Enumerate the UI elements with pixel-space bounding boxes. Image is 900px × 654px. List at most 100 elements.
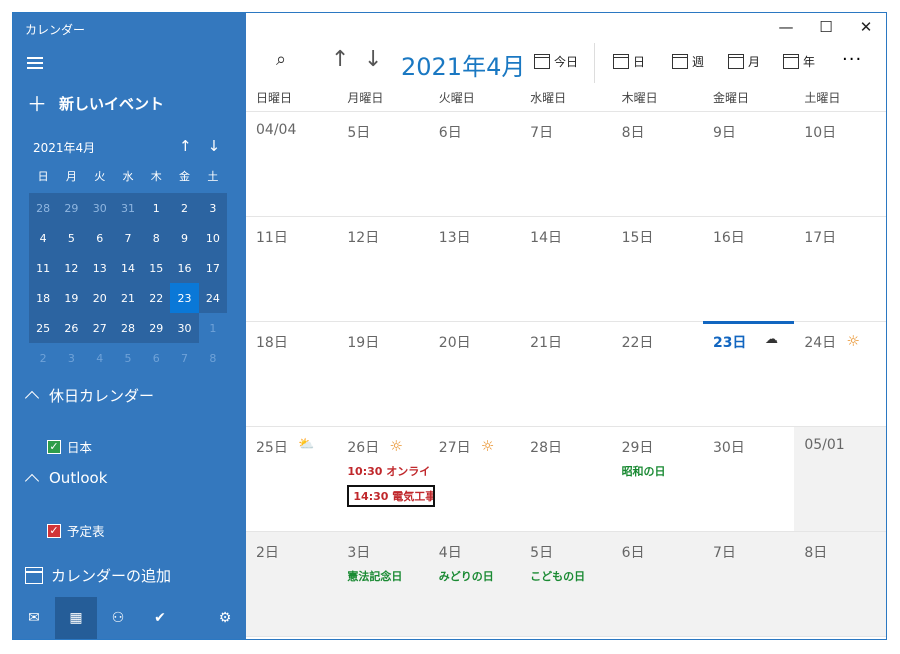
mini-day-cell[interactable]: 17 [198, 253, 227, 283]
day-cell[interactable]: 28日 [520, 427, 611, 531]
calendar-app-icon[interactable]: ▦ [55, 597, 97, 639]
mini-day-cell[interactable]: 2 [170, 193, 199, 223]
day-cell[interactable]: 4日 みどりの日 [428, 532, 521, 636]
calendar-item-japan[interactable]: ✓ 日本 [47, 437, 92, 456]
mini-day-cell[interactable]: 13 [85, 253, 114, 283]
mini-day-cell[interactable]: 8 [199, 343, 227, 373]
day-cell[interactable]: 13日 [429, 217, 520, 321]
mini-day-cell[interactable]: 5 [57, 223, 86, 253]
mini-day-cell[interactable]: 2 [29, 343, 57, 373]
day-cell[interactable]: 21日 [520, 322, 611, 426]
checkbox-icon[interactable]: ✓ [47, 439, 61, 454]
close-icon[interactable]: ✕ [846, 13, 886, 41]
day-cell[interactable]: 9日 [703, 112, 794, 216]
day-cell[interactable]: 10日 [794, 112, 885, 216]
day-cell[interactable]: 25日 ⛅ [246, 427, 337, 531]
people-icon[interactable]: ⚇ [97, 597, 139, 639]
mini-day-cell[interactable]: 3 [198, 193, 227, 223]
calendar-item-schedule[interactable]: ✓ 予定表 [47, 521, 105, 540]
day-cell[interactable]: 6日 [611, 532, 703, 636]
next-arrow-icon[interactable]: ↓ [364, 47, 382, 72]
holiday-calendar-group[interactable]: 休日カレンダー [24, 385, 154, 406]
mini-day-cell[interactable]: 11 [29, 253, 58, 283]
new-event-button[interactable]: ＋ 新しいイベント [27, 93, 164, 114]
day-cell[interactable]: 8日 [612, 112, 703, 216]
day-cell[interactable]: 8日 [794, 532, 886, 636]
mini-day-cell[interactable]: 24 [198, 283, 227, 313]
settings-gear-icon[interactable]: ⚙ [204, 597, 246, 639]
holiday-event[interactable]: 昭和の日 [622, 463, 703, 479]
day-cell[interactable]: 5日 こどもの日 [520, 532, 612, 636]
mini-day-cell[interactable]: 26 [57, 313, 86, 343]
day-cell[interactable]: 24日 ☼ [794, 322, 885, 426]
day-cell[interactable]: 7日 [520, 112, 611, 216]
mini-day-cell[interactable]: 9 [170, 223, 199, 253]
todo-check-icon[interactable]: ✔ [139, 597, 181, 639]
today-button[interactable]: 今日 [534, 53, 578, 70]
mini-day-cell[interactable]: 30 [85, 193, 114, 223]
day-cell[interactable]: 16日 [703, 217, 794, 321]
day-cell[interactable]: 18日 [246, 322, 337, 426]
mini-day-cell[interactable]: 7 [170, 343, 198, 373]
minimize-icon[interactable]: — [766, 13, 806, 41]
mini-day-cell[interactable]: 29 [57, 193, 86, 223]
hamburger-menu-icon[interactable] [27, 57, 43, 69]
mini-day-cell[interactable]: 6 [142, 343, 170, 373]
mini-day-cell[interactable]: 10 [198, 223, 227, 253]
day-cell[interactable]: 04/04 [246, 112, 337, 216]
day-cell[interactable]: 2日 [246, 532, 338, 636]
search-icon[interactable]: ⌕ [276, 49, 286, 70]
day-cell[interactable]: 15日 [612, 217, 703, 321]
day-cell[interactable]: 22日 [612, 322, 703, 426]
mini-day-cell[interactable]: 30 [170, 313, 199, 343]
outlook-group[interactable]: Outlook [24, 469, 107, 488]
day-cell[interactable]: 5日 [337, 112, 428, 216]
mini-day-cell[interactable]: 25 [29, 313, 58, 343]
day-cell-today[interactable]: 23日 ☁ [702, 321, 795, 426]
holiday-event[interactable]: みどりの日 [439, 568, 520, 584]
mini-day-cell[interactable]: 20 [85, 283, 114, 313]
calendar-event[interactable]: 14:30 電気工事 [347, 485, 436, 507]
holiday-event[interactable]: 憲法記念日 [347, 568, 428, 584]
day-cell[interactable]: 05/01 [794, 427, 886, 531]
calendar-event[interactable]: 10:30 オンライン [347, 463, 428, 479]
mini-day-cell[interactable]: 8 [142, 223, 171, 253]
day-cell[interactable]: 26日 ☼ 10:30 オンライン 14:30 電気工事 [337, 427, 436, 531]
mini-day-cell[interactable]: 18 [29, 283, 58, 313]
day-cell[interactable]: 29日 昭和の日 [612, 427, 703, 531]
day-cell[interactable]: 3日 憲法記念日 [337, 532, 429, 636]
week-view-button[interactable]: 週 [672, 53, 704, 70]
day-cell[interactable]: 27日 ☼ [429, 427, 520, 531]
mini-day-cell[interactable]: 29 [142, 313, 171, 343]
day-cell[interactable]: 20日 [429, 322, 520, 426]
day-cell[interactable]: 12日 [337, 217, 428, 321]
mini-day-cell[interactable]: 15 [142, 253, 171, 283]
mini-day-cell[interactable]: 27 [85, 313, 114, 343]
current-month-title[interactable]: 2021年4月 [401, 47, 525, 82]
mini-next-month-arrow-icon[interactable]: ↓ [208, 137, 221, 155]
day-view-button[interactable]: 日 [613, 53, 645, 70]
day-cell[interactable]: 6日 [429, 112, 520, 216]
mail-icon[interactable]: ✉ [13, 597, 55, 639]
mini-day-cell[interactable]: 19 [57, 283, 86, 313]
day-cell[interactable]: 19日 [337, 322, 428, 426]
day-cell[interactable]: 11日 [246, 217, 337, 321]
mini-day-cell[interactable]: 28 [29, 193, 58, 223]
mini-day-cell[interactable]: 4 [86, 343, 114, 373]
previous-arrow-icon[interactable]: ↑ [331, 47, 349, 72]
mini-day-cell[interactable]: 6 [85, 223, 114, 253]
year-view-button[interactable]: 年 [783, 53, 815, 70]
mini-day-cell[interactable]: 28 [113, 313, 143, 343]
day-cell[interactable]: 7日 [702, 532, 795, 636]
mini-day-cell[interactable]: 7 [113, 223, 143, 253]
mini-day-cell[interactable]: 5 [114, 343, 142, 373]
mini-prev-month-arrow-icon[interactable]: ↑ [179, 137, 192, 155]
mini-day-cell[interactable]: 22 [142, 283, 171, 313]
holiday-event[interactable]: こどもの日 [530, 568, 611, 584]
day-cell[interactable]: 17日 [794, 217, 885, 321]
day-cell[interactable]: 30日 [703, 427, 794, 531]
add-calendar-button[interactable]: カレンダーの追加 [25, 565, 171, 586]
maximize-icon[interactable]: ☐ [806, 13, 846, 41]
mini-day-cell[interactable]: 14 [113, 253, 143, 283]
mini-day-cell[interactable]: 1 [199, 313, 227, 343]
